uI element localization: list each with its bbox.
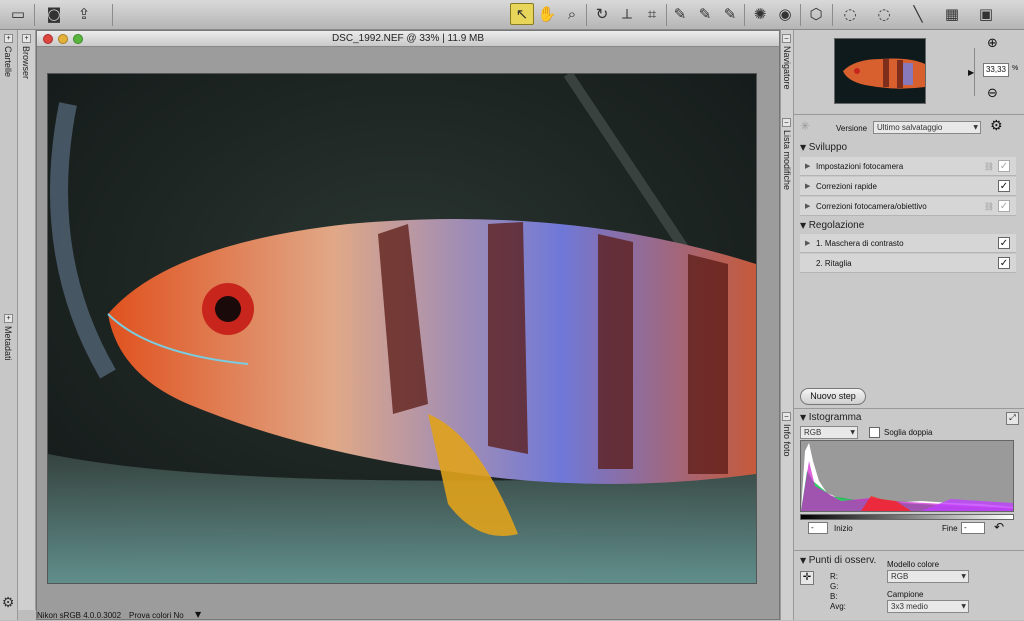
navigator-thumbnail[interactable] <box>834 38 926 104</box>
document-title: DSC_1992.NEF @ 33% | 11.9 MB <box>331 33 485 44</box>
eyedropper-gray-icon[interactable]: ✎ <box>693 3 717 25</box>
step-checkbox[interactable]: ✓ <box>998 257 1010 269</box>
soft-proof-status[interactable]: Prova colori No <box>129 611 184 620</box>
avg-label: Avg: <box>830 602 846 611</box>
g-label: G: <box>830 582 839 591</box>
r-label: R: <box>830 572 838 581</box>
step-checkbox[interactable]: ✓ <box>998 160 1010 172</box>
edit-step-quick-fix[interactable]: ▶ Correzioni rapide ✓ <box>800 177 1016 196</box>
right-panel: ⊕ ▶ 33,33 % ⊖ ✳ Versione Ultimo salvatag… <box>794 30 1024 620</box>
lasso-icon[interactable]: ◌ <box>872 3 896 25</box>
navigator-toggle[interactable]: – <box>782 34 791 43</box>
color-model-label: Modello colore <box>887 560 940 569</box>
gear-icon[interactable]: ⚙ <box>990 118 1003 134</box>
sample-select[interactable]: 3x3 medio <box>887 600 969 613</box>
chevron-down-icon[interactable]: ▼ <box>195 610 201 619</box>
selection-brush-icon[interactable]: ◌ <box>838 3 862 25</box>
close-button[interactable] <box>43 34 53 44</box>
metadata-toggle[interactable]: + <box>4 314 13 323</box>
gear-icon[interactable]: ⚙ <box>0 592 20 614</box>
section-regolazione[interactable]: ▼ Regolazione <box>800 220 864 231</box>
folders-toggle[interactable]: + <box>4 34 13 43</box>
folders-label[interactable]: Cartelle <box>3 46 13 77</box>
edit-list-toggle[interactable]: – <box>782 118 791 127</box>
link-icon: ⛓ <box>983 202 994 211</box>
spinner-icon: ✳ <box>800 119 811 133</box>
edit-step-unsharp-mask[interactable]: ▶ 1. Maschera di contrasto ✓ <box>800 234 1016 253</box>
start-label: Inizio <box>834 524 853 533</box>
camera-icon[interactable]: ◙ <box>42 3 66 25</box>
end-label: Fine <box>942 524 958 533</box>
step-checkbox[interactable]: ✓ <box>998 180 1010 192</box>
end-field[interactable]: - <box>961 522 985 534</box>
eyedropper-white-icon[interactable]: ✎ <box>718 3 742 25</box>
histogram-channel-select[interactable]: RGB <box>800 426 858 439</box>
new-step-button[interactable]: Nuovo step <box>800 388 866 405</box>
gradient-fill-icon[interactable]: ▦ <box>940 3 964 25</box>
color-profile-status: Nikon sRGB 4.0.0.3002 <box>37 611 122 620</box>
zoom-out-icon[interactable]: ⊖ <box>987 86 998 101</box>
edit-list-label[interactable]: Lista modifiche <box>782 130 792 190</box>
zoom-button[interactable] <box>73 34 83 44</box>
gradient-line-icon[interactable]: ╲ <box>906 3 930 25</box>
retouch-icon[interactable]: ✺ <box>748 3 772 25</box>
version-select[interactable]: Ultimo salvataggio <box>873 121 981 134</box>
redeye-icon[interactable]: ◉ <box>773 3 797 25</box>
edit-step-crop[interactable]: 2. Ritaglia ✓ <box>800 254 1016 273</box>
b-label: B: <box>830 592 838 601</box>
watch-points-header[interactable]: ▼ Punti di osserv. <box>800 555 876 566</box>
histogram-header[interactable]: ▼ Istogramma <box>800 412 862 423</box>
edit-step-camera-settings[interactable]: ▶ Impostazioni fotocamera ⛓ ✓ <box>800 157 1016 176</box>
histogram-expand-icon[interactable]: ⤢ <box>1006 412 1019 425</box>
step-checkbox[interactable]: ✓ <box>998 200 1010 212</box>
navigator-label[interactable]: Navigatore <box>782 46 792 90</box>
document-titlebar: DSC_1992.NEF @ 33% | 11.9 MB <box>37 31 779 47</box>
version-label: Versione <box>836 124 868 133</box>
hand-tool-icon[interactable]: ✋ <box>535 3 559 25</box>
zoom-field[interactable]: 33,33 <box>983 63 1009 77</box>
straighten-icon[interactable]: ⟂ <box>615 3 639 25</box>
zoom-unit: % <box>1012 65 1019 72</box>
photo-canvas[interactable] <box>47 71 757 584</box>
start-field[interactable]: - <box>808 522 828 534</box>
zoom-in-icon[interactable]: ⊕ <box>987 36 998 51</box>
top-toolbar: ▭ ◙ ⇪ ↖ ✋ ⌕ ↻ ⟂ ⌗ ✎ ✎ ✎ ✺ ◉ ⬡ ◌ ◌ ╲ ▦ ▣ <box>0 0 1024 30</box>
zoom-slider-handle[interactable]: ▶ <box>968 68 974 77</box>
export-icon[interactable]: ⇪ <box>72 3 96 25</box>
reset-icon[interactable]: ↶ <box>994 520 1004 534</box>
minimize-button[interactable] <box>58 34 68 44</box>
zoom-tool-icon[interactable]: ⌕ <box>560 3 584 25</box>
eyedropper-black-icon[interactable]: ✎ <box>668 3 692 25</box>
section-sviluppo[interactable]: ▼ Sviluppo <box>800 142 847 153</box>
document-window: DSC_1992.NEF @ 33% | 11.9 MB Nikon sRGB … <box>36 30 780 620</box>
histogram-graph[interactable] <box>800 440 1014 512</box>
right-palette-strip: – Navigatore – Lista modifiche – Info fo… <box>780 30 794 620</box>
link-icon: ⛓ <box>983 162 994 171</box>
layout-icon[interactable]: ▭ <box>6 3 30 25</box>
browser-strip: + Browser <box>18 30 36 610</box>
browser-label[interactable]: Browser <box>21 46 31 79</box>
double-threshold-checkbox[interactable] <box>869 427 880 438</box>
histogram-gradient-bar <box>800 514 1014 520</box>
sample-label: Campione <box>887 590 924 599</box>
crop-icon[interactable]: ⌗ <box>640 3 664 25</box>
fill-icon[interactable]: ▣ <box>974 3 998 25</box>
crosshair-icon[interactable]: ✛ <box>800 571 814 585</box>
pointer-tool-icon[interactable]: ↖ <box>510 3 534 25</box>
step-checkbox[interactable]: ✓ <box>998 237 1010 249</box>
photo-info-toggle[interactable]: – <box>782 412 791 421</box>
edit-step-lens-corrections[interactable]: ▶ Correzioni fotocamera/obiettivo ⛓ ✓ <box>800 197 1016 216</box>
rotate-icon[interactable]: ↻ <box>590 3 614 25</box>
left-palette-strip: + Cartelle + Metadati ⚙ <box>0 30 18 620</box>
browser-toggle[interactable]: + <box>22 34 31 43</box>
metadata-label[interactable]: Metadati <box>3 326 13 361</box>
color-point-icon[interactable]: ⬡ <box>804 3 828 25</box>
fish-photo <box>48 71 756 583</box>
color-model-select[interactable]: RGB <box>887 570 969 583</box>
photo-info-label[interactable]: Info foto <box>782 424 792 457</box>
double-threshold-label: Soglia doppia <box>884 428 933 437</box>
